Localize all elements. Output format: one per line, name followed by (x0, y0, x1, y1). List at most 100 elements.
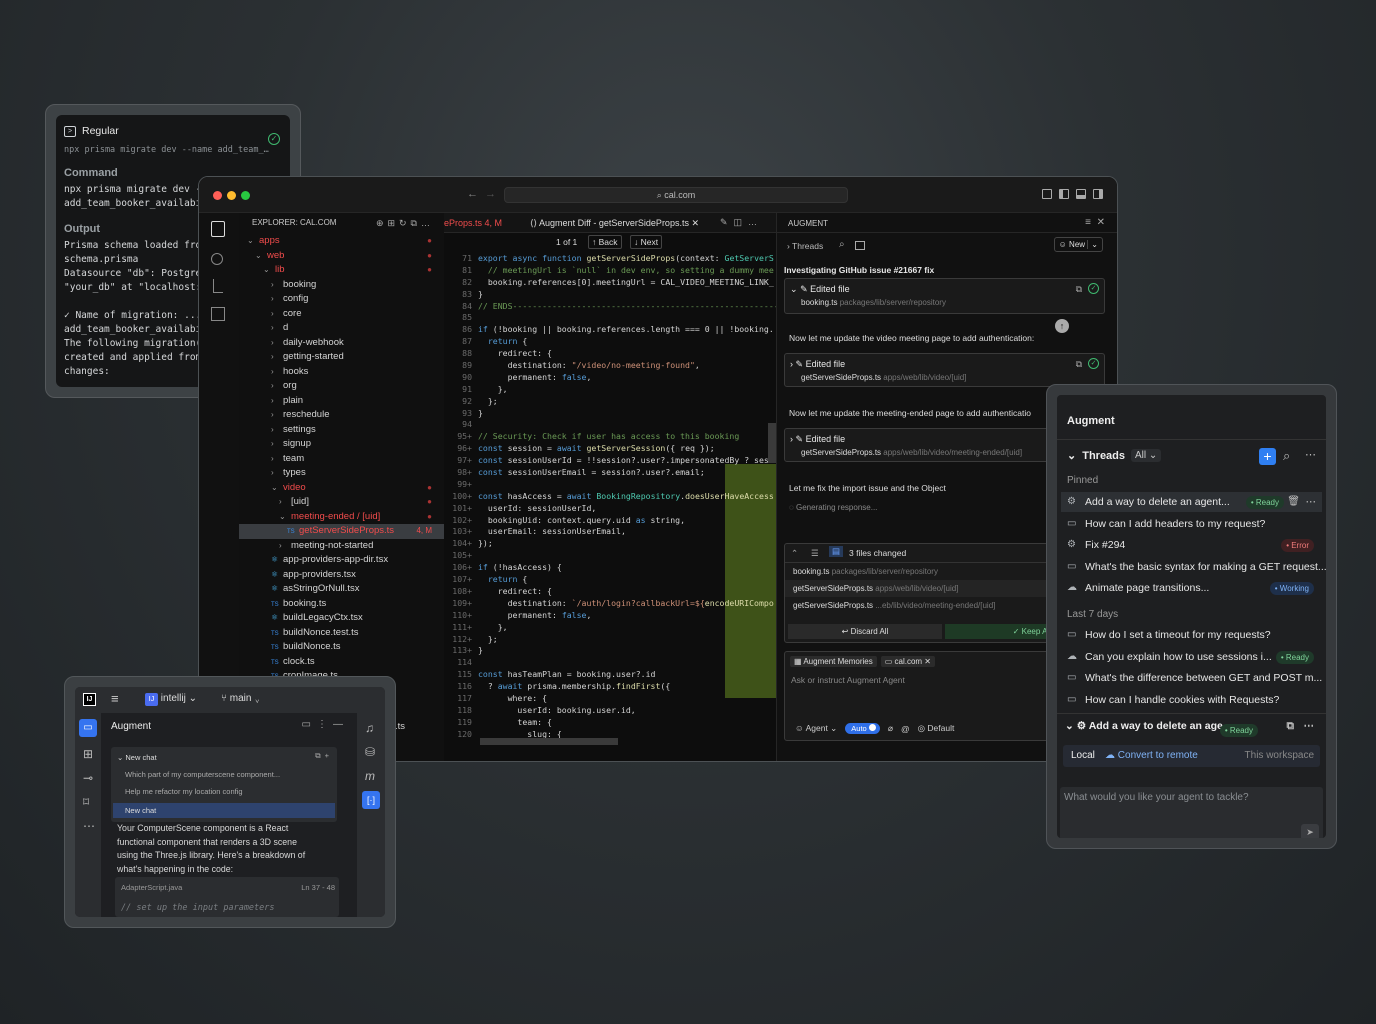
tree-item[interactable]: › getting-started (239, 350, 444, 365)
open-file-icon[interactable]: ⧉ (1076, 284, 1082, 295)
source-control-icon[interactable] (213, 279, 223, 293)
vertical-scrollbar[interactable] (768, 423, 776, 463)
tree-item[interactable]: › settings (239, 423, 444, 438)
code-line[interactable]: 103+ userEmail: sessionUserEmail, (444, 526, 776, 538)
tree-item[interactable]: › booking (239, 278, 444, 293)
tree-item[interactable]: › team (239, 452, 444, 467)
command-center[interactable]: ⌕ cal.com (504, 187, 848, 203)
commit-icon[interactable]: ⊸ (83, 771, 101, 785)
thread-item[interactable]: ☁ Can you explain how to use sessions i..… (1061, 647, 1322, 667)
tree-item[interactable]: ⚛ buildLegacyCtx.tsx (239, 611, 444, 626)
notifications-icon[interactable]: ♫ (365, 721, 385, 735)
tab-getserversideprops[interactable]: eProps.ts 4, M (444, 218, 502, 228)
tree-item[interactable]: ⌄ video ● (239, 481, 444, 496)
agent-prompt-input[interactable]: What would you like your agent to tackle… (1060, 787, 1323, 838)
forward-arrow-icon[interactable]: → (485, 188, 496, 200)
minimize-window-button[interactable] (227, 191, 236, 200)
local-tab[interactable]: Local (1071, 745, 1095, 767)
send-button[interactable]: ➤ (1301, 824, 1319, 838)
thread-item[interactable]: ☁ Animate page transitions... • Working (1061, 578, 1322, 598)
tree-item[interactable]: TS getServerSideProps.ts 4, M (239, 524, 444, 539)
history-item[interactable]: Help me refactor my location config (111, 781, 337, 799)
tree-item[interactable]: TS booking.ts (239, 597, 444, 612)
code-line[interactable]: 117 where: { (444, 693, 776, 705)
tree-item[interactable]: › signup (239, 437, 444, 452)
auto-toggle[interactable]: Auto (845, 723, 880, 734)
more-options-icon[interactable]: ⋯ (1306, 492, 1317, 512)
horizontal-scrollbar[interactable] (480, 738, 618, 745)
code-line[interactable]: 81 // meetingUrl is `null` in dev env, s… (444, 265, 776, 277)
code-line[interactable]: 95+ // Security: Check if user has access… (444, 431, 776, 443)
thread-item[interactable]: ▭ What's the difference between GET and P… (1061, 668, 1322, 688)
edited-file-card-2[interactable]: › ✎ Edited file getServerSideProps.ts ap… (784, 353, 1105, 387)
collapse-icon[interactable]: ⌃ (791, 548, 798, 559)
augment-active-icon[interactable]: [·] (362, 791, 380, 809)
convert-to-remote-button[interactable]: ☁ Convert to remote (1105, 745, 1198, 767)
tree-item[interactable]: › reschedule (239, 408, 444, 423)
context-chip[interactable]: ▭ cal.com ✕ (880, 656, 935, 667)
tree-item[interactable]: › [uid] ● (239, 495, 444, 510)
code-line[interactable]: 112+ }; (444, 634, 776, 646)
tab-augment-diff[interactable]: ⟨⟩ Augment Diff - getServerSideProps.ts … (530, 218, 699, 229)
tree-item[interactable]: › config (239, 292, 444, 307)
more-options-icon[interactable]: ⋯ (1304, 720, 1315, 732)
database-icon[interactable]: ⛁ (365, 745, 385, 759)
code-line[interactable]: 92 }; (444, 396, 776, 408)
sidebar-toggle-icon[interactable] (1059, 189, 1069, 199)
code-line[interactable]: 91 }, (444, 384, 776, 396)
discard-all-button[interactable]: ↩ Discard All (788, 624, 942, 639)
code-line[interactable]: 115 const hasTeamPlan = booking.user?.id (444, 669, 776, 681)
hamburger-menu-icon[interactable]: ≡ (111, 691, 119, 706)
search-icon[interactable]: ⌕ (1283, 448, 1290, 464)
history-actions[interactable]: ⧉+ (315, 751, 333, 761)
explorer-icon[interactable] (211, 221, 225, 237)
code-line[interactable]: 107+ return { (444, 574, 776, 586)
code-line[interactable]: 119 team: { (444, 717, 776, 729)
code-line[interactable]: 96+ const session = await getServerSessio… (444, 443, 776, 455)
maximize-window-button[interactable] (241, 191, 250, 200)
thread-item[interactable]: ⚙ Add a way to delete an agent... • Ready 🗑… (1061, 492, 1322, 512)
code-line[interactable]: 105+ (444, 550, 776, 562)
open-file-icon[interactable]: ⧉ (1076, 359, 1082, 370)
tree-item[interactable]: › hooks (239, 365, 444, 380)
new-thread-button[interactable]: ☺ New ⌄ (1053, 237, 1103, 252)
tree-item[interactable]: › org (239, 379, 444, 394)
code-line[interactable]: 104+}); (444, 538, 776, 550)
extensions-icon[interactable] (211, 307, 225, 321)
project-selector[interactable]: IJ intellij ⌄ (145, 693, 197, 706)
code-line[interactable]: 106+ if (!hasAccess) { (444, 562, 776, 574)
tree-item[interactable]: ⚛ app-providers.tsx (239, 568, 444, 583)
attach-icon[interactable]: ⌀ (888, 723, 893, 734)
tree-item[interactable]: TS buildNonce.ts (239, 640, 444, 655)
code-line[interactable]: 108+ redirect: { (444, 586, 776, 598)
tree-item[interactable]: › plain (239, 394, 444, 409)
thread-item[interactable]: ▭ How can I add headers to my request? (1061, 514, 1322, 534)
scroll-up-button[interactable]: ↑ (1055, 319, 1069, 333)
edited-file-card-1[interactable]: ⌄ ✎ Edited file booking.ts packages/lib/… (784, 278, 1105, 314)
code-line[interactable]: 116 ? await prisma.membership.findFirst(… (444, 681, 776, 693)
code-line[interactable]: 87 return { (444, 336, 776, 348)
agent-mode-dropdown[interactable]: ☺ Agent ⌄ (795, 723, 837, 734)
memories-chip[interactable]: ▦ Augment Memories (790, 656, 877, 667)
code-line[interactable]: 99+ (444, 479, 776, 491)
close-icon[interactable]: ✕ (1097, 217, 1105, 228)
panel-icon[interactable] (855, 241, 865, 250)
code-line[interactable]: 94 (444, 419, 776, 431)
thread-item[interactable]: ▭ How can I handle cookies with Requests? (1061, 690, 1322, 710)
code-line[interactable]: 101+ userId: sessionUserId, (444, 503, 776, 515)
back-arrow-icon[interactable]: ← (467, 188, 478, 200)
open-external-icon[interactable]: ⧉ (1287, 720, 1295, 733)
secondary-sidebar-toggle-icon[interactable] (1093, 189, 1103, 199)
panel-actions[interactable]: ▭⋮— (302, 719, 349, 730)
code-line[interactable]: 118 userId: booking.user.id, (444, 705, 776, 717)
code-line[interactable]: 86 if (!booking || booking.references.len… (444, 324, 776, 336)
explorer-actions[interactable]: ⊕⊞↻⧉… (376, 213, 434, 233)
tree-item[interactable]: › core (239, 307, 444, 322)
list-view-icon[interactable]: ☰ (811, 548, 819, 559)
tree-item[interactable]: ⚛ asStringOrNull.tsx (239, 582, 444, 597)
more-tools-icon[interactable]: ⋯ (83, 819, 101, 833)
code-line[interactable]: 100+ const hasAccess = await BookingRepos… (444, 491, 776, 503)
back-button[interactable]: ↑ Back (588, 235, 622, 249)
project-folder-icon[interactable]: ▭ (79, 719, 97, 737)
tree-item[interactable]: ⌄ meeting-ended / [uid] ● (239, 510, 444, 525)
